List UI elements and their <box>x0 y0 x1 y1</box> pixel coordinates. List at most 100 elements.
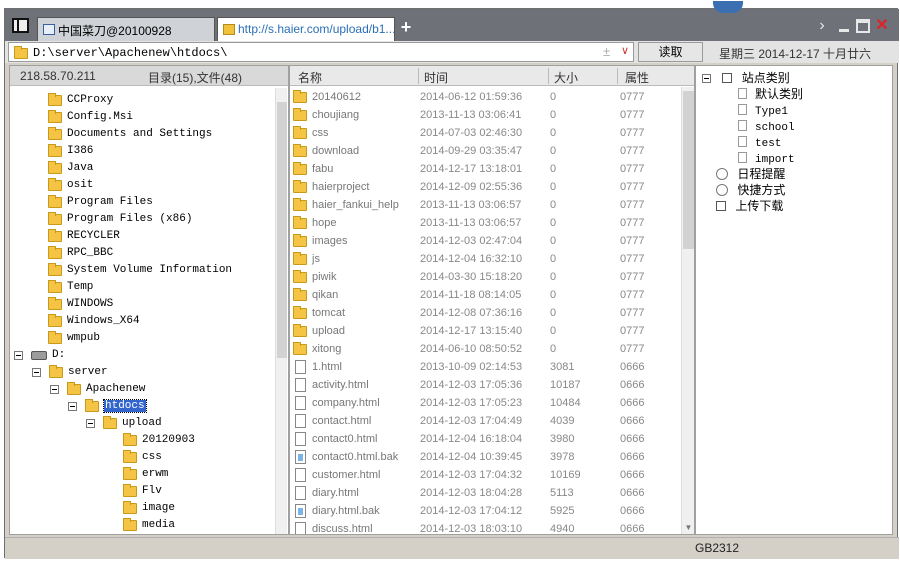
chevron-right-icon[interactable]: › <box>815 18 829 34</box>
tree-node[interactable]: server <box>32 364 108 381</box>
path-input[interactable]: D:\server\Apachenew\htdocs\ ± ∨ <box>8 42 634 62</box>
file-row[interactable]: fabu 2014-12-17 13:18:01 0 0777 <box>290 160 680 178</box>
plus-icon[interactable]: ± <box>603 44 610 59</box>
collapse-icon[interactable] <box>50 384 59 394</box>
file-row[interactable]: 20140612 2014-06-12 01:59:36 0 0777 <box>290 88 680 106</box>
tree-node[interactable]: System Volume Information <box>48 262 232 279</box>
file-attr: 0666 <box>620 469 645 481</box>
collapse-icon[interactable] <box>32 367 41 377</box>
tree-node[interactable]: RPC_BBC <box>48 245 113 262</box>
tree-node[interactable]: RECYCLER <box>48 228 120 245</box>
chevron-down-icon[interactable]: ∨ <box>621 44 629 57</box>
tree-node[interactable]: Apachenew <box>50 381 145 398</box>
file-time: 2014-12-03 17:04:32 <box>420 469 523 481</box>
minimize-button[interactable] <box>837 19 851 33</box>
scrollbar-thumb[interactable] <box>277 102 287 358</box>
category-node[interactable]: 默认类别 <box>738 86 803 102</box>
file-row[interactable]: hope 2013-11-13 03:06:57 0 0777 <box>290 214 680 232</box>
file-row[interactable]: tomcat 2014-12-08 07:36:16 0 0777 <box>290 304 680 322</box>
category-node[interactable]: import <box>738 150 795 166</box>
schedule-node[interactable]: 日程提醒 <box>716 166 785 182</box>
tree-scrollbar[interactable] <box>275 88 287 534</box>
folder-icon <box>123 518 137 531</box>
tree-node[interactable]: wmpub <box>48 330 100 347</box>
column-size[interactable]: 大小 <box>554 69 578 86</box>
tree-node[interactable]: upload <box>86 415 162 432</box>
tree-node[interactable]: I386 <box>48 143 93 160</box>
file-row[interactable]: haierproject 2014-12-09 02:55:36 0 0777 <box>290 178 680 196</box>
file-row[interactable]: diary.html 2014-12-03 18:04:28 5113 0666 <box>290 484 680 502</box>
file-row[interactable]: discuss.html 2014-12-03 18:03:10 4940 0666 <box>290 520 680 534</box>
close-button[interactable]: ✕ <box>875 18 889 34</box>
tree-node[interactable]: Flv <box>123 483 162 500</box>
file-row[interactable]: diary.html.bak 2014-12-03 17:04:12 5925 066… <box>290 502 680 520</box>
app-menu-icon[interactable] <box>12 18 29 33</box>
file-row[interactable]: contact0.html.bak 2014-12-04 10:39:45 3978… <box>290 448 680 466</box>
tab-url[interactable]: http://s.haier.com/upload/b1... <box>217 17 395 41</box>
category-node[interactable]: Type1 <box>738 102 788 118</box>
tree-node[interactable]: WINDOWS <box>48 296 113 313</box>
tree-node[interactable]: css <box>123 449 162 466</box>
file-row[interactable]: haier_fankui_help 2013-11-13 03:06:57 0 077… <box>290 196 680 214</box>
collapse-icon[interactable] <box>68 401 77 411</box>
hand-icon <box>716 183 728 196</box>
tree-node[interactable]: Program Files (x86) <box>48 211 192 228</box>
file-row[interactable]: choujiang 2013-11-13 03:06:41 0 0777 <box>290 106 680 124</box>
file-row[interactable]: customer.html 2014-12-03 17:04:32 10169 066… <box>290 466 680 484</box>
tree-node[interactable]: Java <box>48 160 93 177</box>
corner-badge <box>713 1 743 13</box>
column-time[interactable]: 时间 <box>424 69 448 86</box>
collapse-icon[interactable] <box>702 74 711 84</box>
tree-node[interactable]: erwm <box>123 466 168 483</box>
tree-node[interactable]: osit <box>48 177 93 194</box>
file-icon <box>295 396 306 410</box>
file-row[interactable]: download 2014-09-29 03:35:47 0 0777 <box>290 142 680 160</box>
checkbox-icon[interactable] <box>716 200 726 211</box>
file-row[interactable]: css 2014-07-03 02:46:30 0 0777 <box>290 124 680 142</box>
tree-node[interactable]: media <box>123 517 175 534</box>
folder-icon <box>48 178 62 191</box>
tree-node[interactable]: 20120903 <box>123 432 195 449</box>
tree-node[interactable]: Documents and Settings <box>48 126 212 143</box>
file-row[interactable]: activity.html 2014-12-03 17:05:36 10187 066… <box>290 376 680 394</box>
collapse-icon[interactable] <box>86 418 95 428</box>
column-attr[interactable]: 属性 <box>625 69 649 86</box>
file-row[interactable]: company.html 2014-12-03 17:05:23 10484 0666 <box>290 394 680 412</box>
new-tab-button[interactable]: + <box>397 18 415 36</box>
transfer-node[interactable]: 上传下载 <box>716 198 783 214</box>
tree-node[interactable]: Config.Msi <box>48 109 133 126</box>
tree-node-label: Windows_X64 <box>67 315 140 327</box>
file-list-scrollbar[interactable]: ▼ <box>681 87 694 534</box>
tree-node[interactable]: Windows_X64 <box>48 313 140 330</box>
file-row[interactable]: js 2014-12-04 16:32:10 0 0777 <box>290 250 680 268</box>
tab-shell[interactable]: 中国菜刀@20100928 <box>37 17 215 41</box>
site-category-node[interactable]: 站点类别 <box>702 70 790 86</box>
tree-node[interactable]: htdocs <box>68 398 147 415</box>
category-node[interactable]: school <box>738 118 795 134</box>
column-name[interactable]: 名称 <box>298 69 322 86</box>
scroll-down-icon[interactable]: ▼ <box>683 523 694 533</box>
file-time: 2014-06-10 08:50:52 <box>420 343 523 355</box>
tree-node[interactable]: Temp <box>48 279 93 296</box>
file-row[interactable]: qikan 2014-11-18 08:14:05 0 0777 <box>290 286 680 304</box>
scrollbar-thumb[interactable] <box>683 91 694 249</box>
file-row[interactable]: piwik 2014-03-30 15:18:20 0 0777 <box>290 268 680 286</box>
category-node[interactable]: test <box>738 134 781 150</box>
maximize-button[interactable] <box>856 19 870 33</box>
checkbox-icon[interactable] <box>722 72 733 83</box>
file-row[interactable]: upload 2014-12-17 13:15:40 0 0777 <box>290 322 680 340</box>
file-row[interactable]: images 2014-12-03 02:47:04 0 0777 <box>290 232 680 250</box>
tree-node-label: Apachenew <box>86 383 146 395</box>
tree-node[interactable]: D: <box>14 347 65 364</box>
file-row[interactable]: contact0.html 2014-12-04 16:18:04 3980 0666 <box>290 430 680 448</box>
file-row[interactable]: xitong 2014-06-10 08:50:52 0 0777 <box>290 340 680 358</box>
read-button[interactable]: 读取 <box>638 42 703 62</box>
collapse-icon[interactable] <box>14 350 23 360</box>
tree-node[interactable]: Program Files <box>48 194 153 211</box>
shortcuts-node[interactable]: 快捷方式 <box>716 182 785 198</box>
file-row[interactable]: 1.html 2013-10-09 02:14:53 3081 0666 <box>290 358 680 376</box>
file-row[interactable]: contact.html 2014-12-03 17:04:49 4039 0666 <box>290 412 680 430</box>
tree-node[interactable]: CCProxy <box>48 92 113 109</box>
tree-node-label: media <box>142 519 176 531</box>
tree-node[interactable]: image <box>123 500 175 517</box>
